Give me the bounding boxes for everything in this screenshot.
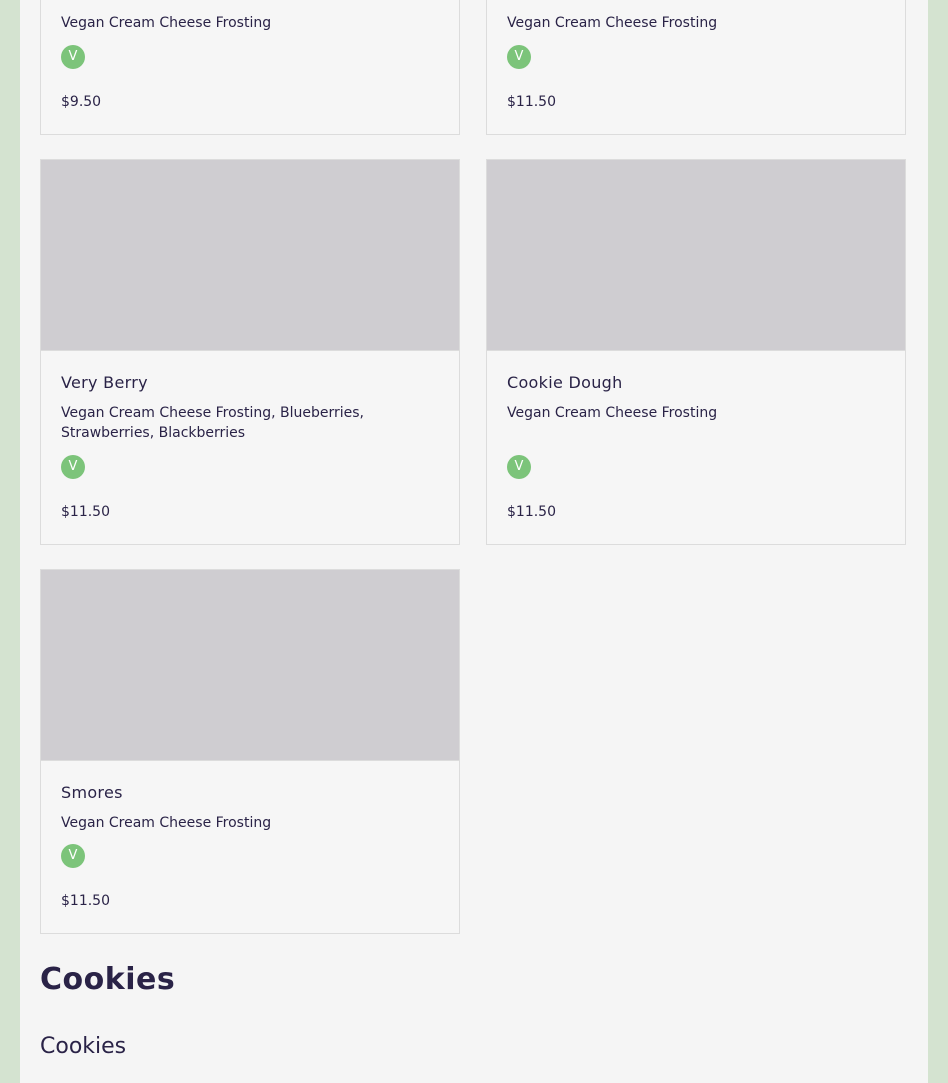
vegan-badge-icon: V	[61, 844, 85, 868]
item-image	[487, 160, 905, 351]
item-price: $11.50	[61, 893, 110, 909]
item-price: $11.50	[507, 94, 556, 110]
menu-item-card[interactable]: Vegan Cream Cheese Frosting V $9.50	[40, 0, 460, 135]
section-heading: Cookies	[40, 962, 176, 997]
menu-item-card[interactable]: Very Berry Vegan Cream Cheese Frosting, …	[40, 159, 460, 545]
vegan-badge-icon: V	[507, 455, 531, 479]
menu-item-card[interactable]: Vegan Cream Cheese Frosting V $11.50	[486, 0, 906, 135]
item-description: Vegan Cream Cheese Frosting	[507, 15, 718, 31]
item-description: Vegan Cream Cheese Frosting	[61, 815, 272, 831]
item-name: Very Berry	[61, 373, 148, 392]
item-description: Vegan Cream Cheese Frosting, Blueberries…	[61, 405, 365, 441]
menu-page: Vegan Cream Cheese Frosting V $9.50 Vega…	[20, 0, 928, 1083]
item-name: Smores	[61, 783, 123, 802]
menu-item-card[interactable]: Smores Vegan Cream Cheese Frosting V $11…	[40, 569, 460, 934]
item-price: $11.50	[507, 504, 556, 520]
item-image	[41, 570, 459, 761]
item-description: Vegan Cream Cheese Frosting	[507, 405, 718, 421]
item-name: Cookie Dough	[507, 373, 623, 392]
item-price: $11.50	[61, 504, 110, 520]
vegan-badge-icon: V	[61, 45, 85, 69]
vegan-badge-icon: V	[507, 45, 531, 69]
menu-item-card[interactable]: Cookie Dough Vegan Cream Cheese Frosting…	[486, 159, 906, 545]
item-description: Vegan Cream Cheese Frosting	[61, 15, 272, 31]
item-image	[41, 160, 459, 351]
item-price: $9.50	[61, 94, 102, 110]
category-heading: Cookies	[40, 1034, 127, 1059]
vegan-badge-icon: V	[61, 455, 85, 479]
